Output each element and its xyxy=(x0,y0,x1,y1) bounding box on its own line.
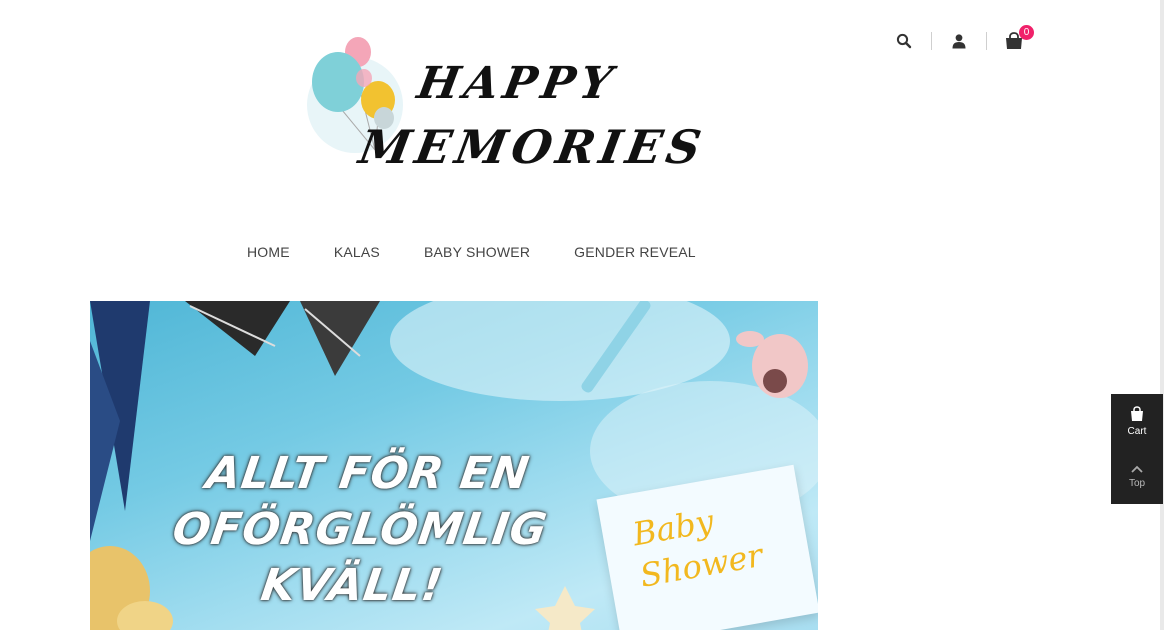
divider xyxy=(986,32,987,50)
divider xyxy=(931,32,932,50)
cart-button[interactable]: 0 xyxy=(1000,25,1034,54)
hero-headline: ALLT FÖR EN OFÖRGLÖMLIG KVÄLL! xyxy=(158,446,562,614)
hero-line-1: ALLT FÖR EN xyxy=(202,448,533,499)
site-logo[interactable]: HAPPY MEMORIES xyxy=(300,30,710,180)
floating-side-widget: Cart Top xyxy=(1111,394,1163,504)
chevron-up-icon xyxy=(1131,465,1143,473)
main-navigation: HOME KALAS BABY SHOWER GENDER REVEAL xyxy=(247,244,740,260)
card-text: Baby Shower xyxy=(630,493,766,597)
hero-banner[interactable]: Baby Shower ALLT FÖR EN OFÖRGLÖMLIG KVÄL… xyxy=(90,301,818,630)
account-button[interactable] xyxy=(945,28,973,54)
side-cart-button[interactable]: Cart xyxy=(1111,394,1163,449)
logo-text-line1: HAPPY xyxy=(413,58,621,109)
side-top-label: Top xyxy=(1128,478,1146,489)
user-icon xyxy=(952,34,966,49)
side-cart-label: Cart xyxy=(1127,426,1147,437)
nav-item-gender-reveal[interactable]: GENDER REVEAL xyxy=(574,244,696,260)
logo-text-line2: MEMORIES xyxy=(355,120,710,174)
nav-item-kalas[interactable]: KALAS xyxy=(334,244,380,260)
nav-item-home[interactable]: HOME xyxy=(247,244,290,260)
hero-line-3: KVÄLL! xyxy=(257,560,447,611)
cart-count-badge: 0 xyxy=(1019,25,1034,40)
nav-item-baby-shower[interactable]: BABY SHOWER xyxy=(424,244,530,260)
search-button[interactable] xyxy=(890,28,918,54)
search-icon xyxy=(896,33,912,49)
back-to-top-button[interactable]: Top xyxy=(1111,449,1163,504)
header-icons: 0 xyxy=(890,25,1034,54)
shopping-bag-icon xyxy=(1131,406,1143,421)
hero-line-2: OFÖRGLÖMLIG xyxy=(169,504,551,555)
page-scrollbar[interactable] xyxy=(1160,0,1164,630)
